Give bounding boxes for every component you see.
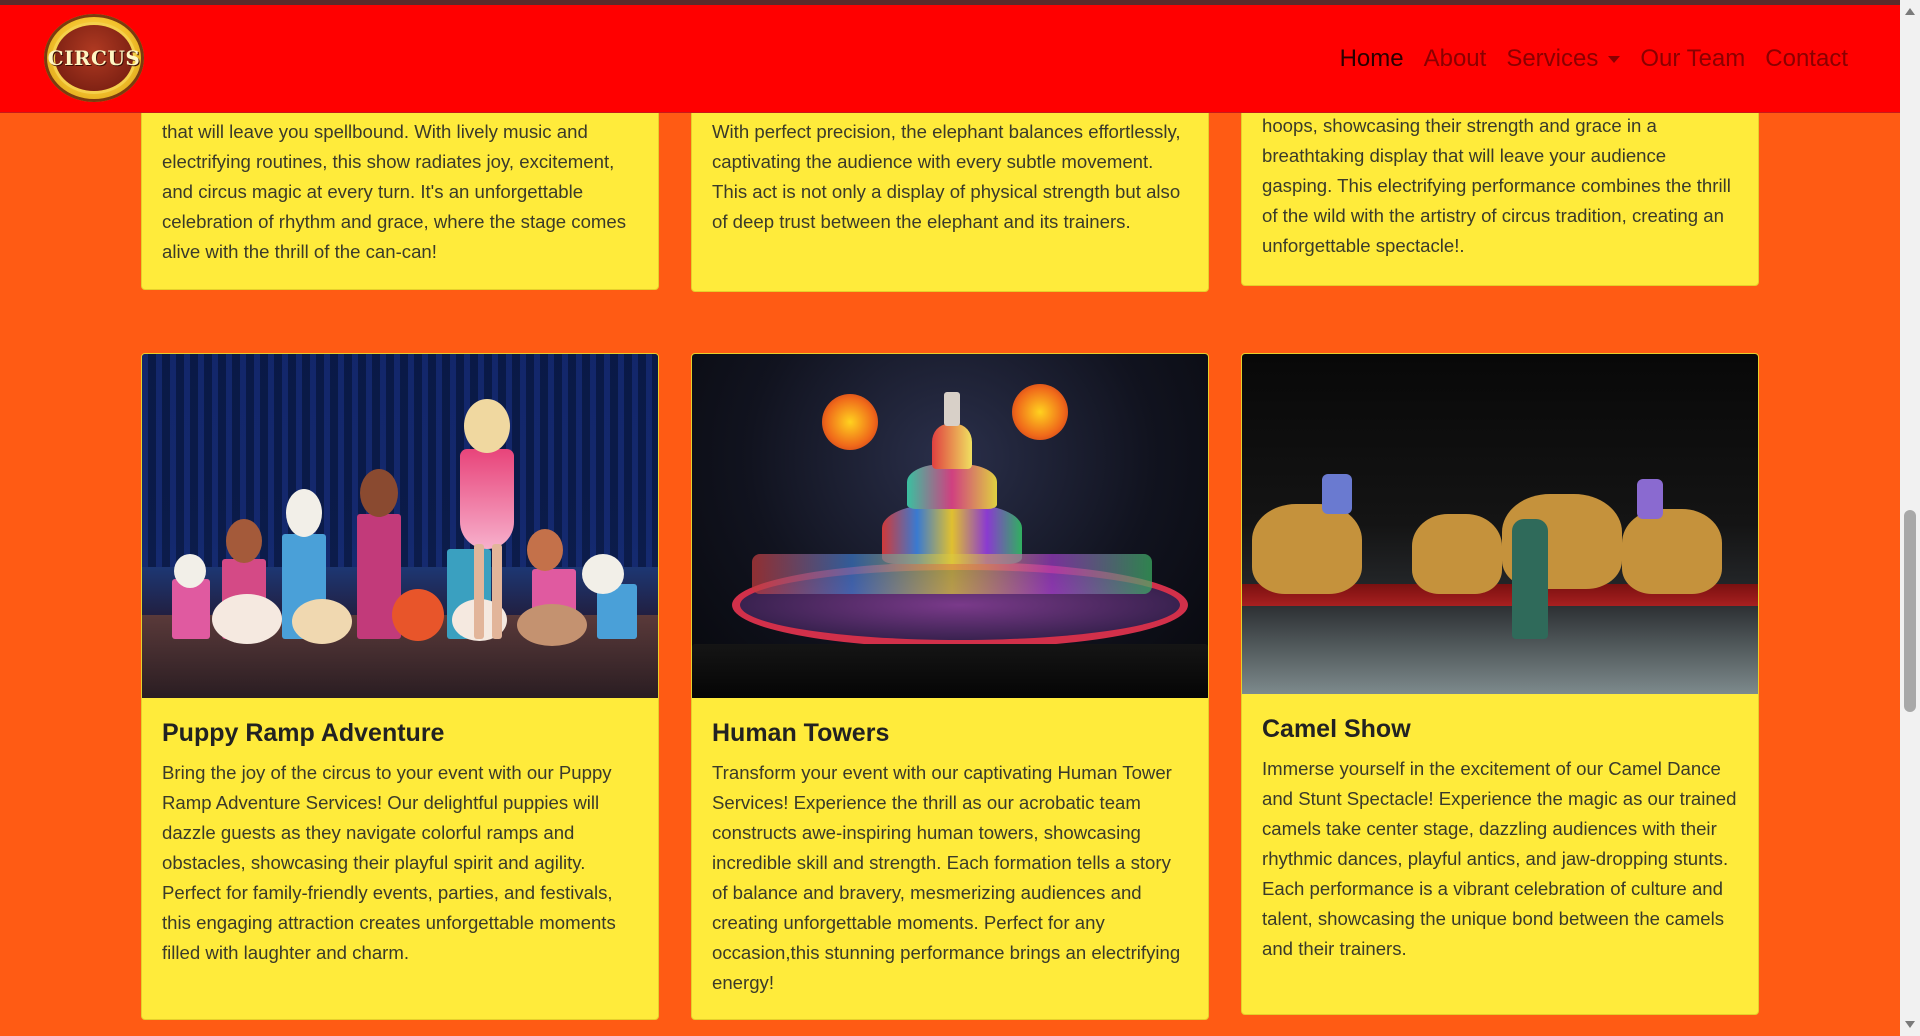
nav-links: Home About Services Our Team Contact (1340, 45, 1848, 73)
logo-emblem: CIRCUS (48, 25, 140, 91)
service-card-text: hoops, showcasing their strength and gra… (1262, 115, 1731, 256)
service-card-text: Transform your event with our captivatin… (712, 762, 1181, 993)
nav-services-dropdown[interactable]: Services (1506, 45, 1621, 73)
service-card-text: Bring the joy of the circus to your even… (162, 762, 616, 963)
navbar: CIRCUS Home About Services Our Team Cont… (0, 5, 1900, 113)
puppy-show-image (142, 354, 658, 698)
nav-services-label: Services (1506, 45, 1599, 72)
service-card-text: With perfect precision, the elephant bal… (712, 121, 1181, 232)
scroll-up-icon[interactable] (1905, 8, 1915, 15)
service-card-top-2: With perfect precision, the elephant bal… (691, 90, 1209, 292)
scrollbar-thumb[interactable] (1904, 510, 1916, 712)
service-card-text: Immerse yourself in the excitement of ou… (1262, 758, 1737, 959)
human-towers-image (692, 354, 1208, 698)
page-scrollbar[interactable] (1900, 0, 1920, 1036)
caret-down-icon (1608, 56, 1621, 64)
camel-show-image (1242, 354, 1758, 694)
service-card-camel-show: Camel Show Immerse yourself in the excit… (1241, 353, 1759, 1015)
service-card-title: Puppy Ramp Adventure (162, 719, 445, 747)
service-card-title: Camel Show (1262, 715, 1411, 743)
service-card-top-3: hoops, showcasing their strength and gra… (1241, 90, 1759, 286)
nav-about[interactable]: About (1424, 45, 1487, 73)
service-card-top-1: that will leave you spellbound. With liv… (141, 90, 659, 290)
nav-home[interactable]: Home (1340, 45, 1404, 73)
service-card-text: that will leave you spellbound. With liv… (162, 121, 627, 262)
nav-contact[interactable]: Contact (1765, 45, 1848, 73)
service-card-human-towers: Human Towers Transform your event with o… (691, 353, 1209, 1020)
circus-logo[interactable]: CIRCUS (44, 14, 144, 102)
service-card-puppy-ramp: Puppy Ramp Adventure Bring the joy of th… (141, 353, 659, 1020)
nav-our-team[interactable]: Our Team (1640, 45, 1745, 73)
scroll-down-icon[interactable] (1905, 1021, 1915, 1028)
logo-text: CIRCUS (47, 46, 141, 70)
service-card-title: Human Towers (712, 719, 890, 747)
